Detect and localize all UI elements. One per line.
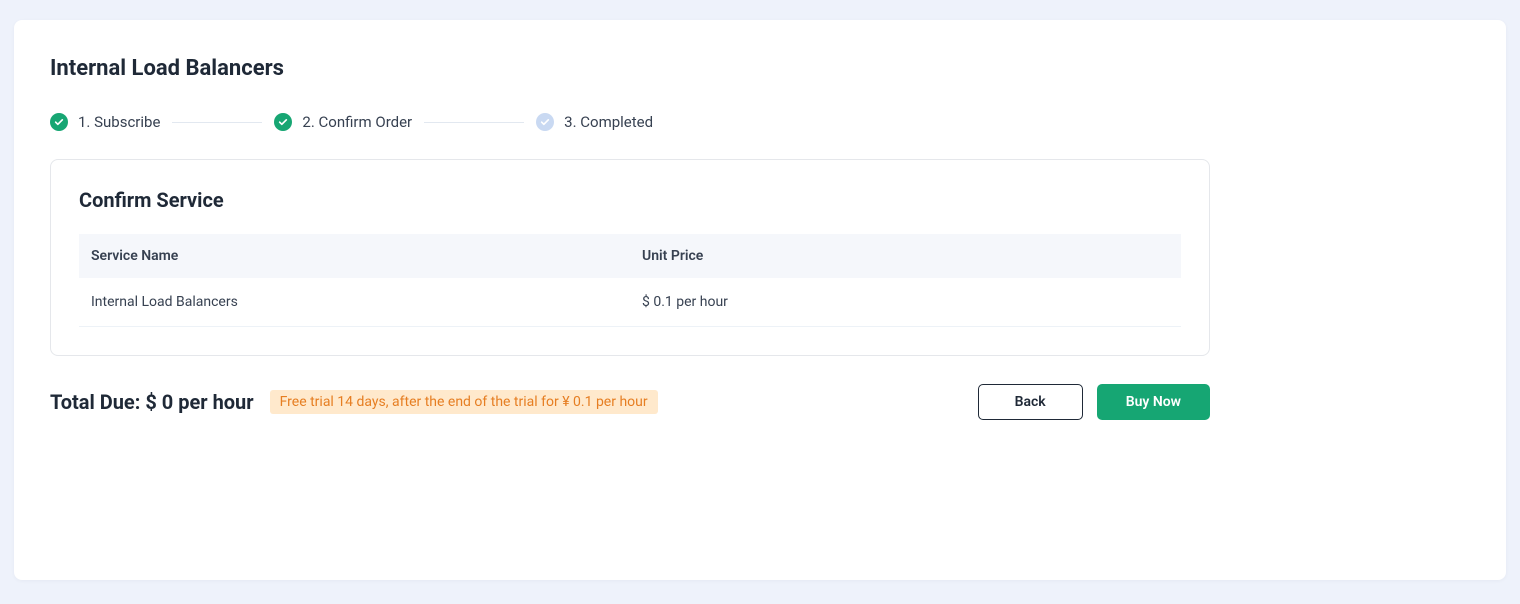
footer-row: Total Due: $ 0 per hour Free trial 14 da…	[50, 384, 1210, 420]
service-table: Service Name Unit Price Internal Load Ba…	[79, 234, 1181, 327]
page-title: Internal Load Balancers	[50, 56, 1470, 81]
step-label: 3. Completed	[564, 113, 653, 131]
col-unit-price: Unit Price	[630, 234, 1181, 278]
step-connector	[424, 122, 524, 123]
table-row: Internal Load Balancers $ 0.1 per hour	[79, 278, 1181, 327]
progress-steps: 1. Subscribe 2. Confirm Order 3. Complet…	[50, 113, 1470, 131]
total-due: Total Due: $ 0 per hour	[50, 390, 254, 414]
check-circle-icon	[50, 113, 68, 131]
step-confirm-order: 2. Confirm Order	[274, 113, 412, 131]
step-subscribe: 1. Subscribe	[50, 113, 160, 131]
check-circle-icon	[274, 113, 292, 131]
check-circle-icon	[536, 113, 554, 131]
trial-note: Free trial 14 days, after the end of the…	[270, 390, 658, 414]
confirm-service-panel: Confirm Service Service Name Unit Price …	[50, 159, 1210, 356]
step-completed: 3. Completed	[536, 113, 653, 131]
footer-left: Total Due: $ 0 per hour Free trial 14 da…	[50, 390, 658, 414]
step-label: 1. Subscribe	[78, 113, 160, 131]
buy-now-button[interactable]: Buy Now	[1097, 384, 1210, 420]
back-button[interactable]: Back	[978, 384, 1083, 420]
step-label: 2. Confirm Order	[302, 113, 412, 131]
footer-buttons: Back Buy Now	[978, 384, 1210, 420]
main-card: Internal Load Balancers 1. Subscribe 2. …	[14, 20, 1506, 580]
cell-service-name: Internal Load Balancers	[79, 278, 630, 327]
col-service-name: Service Name	[79, 234, 630, 278]
step-connector	[172, 122, 262, 123]
cell-unit-price: $ 0.1 per hour	[630, 278, 1181, 327]
panel-title: Confirm Service	[79, 188, 1181, 212]
